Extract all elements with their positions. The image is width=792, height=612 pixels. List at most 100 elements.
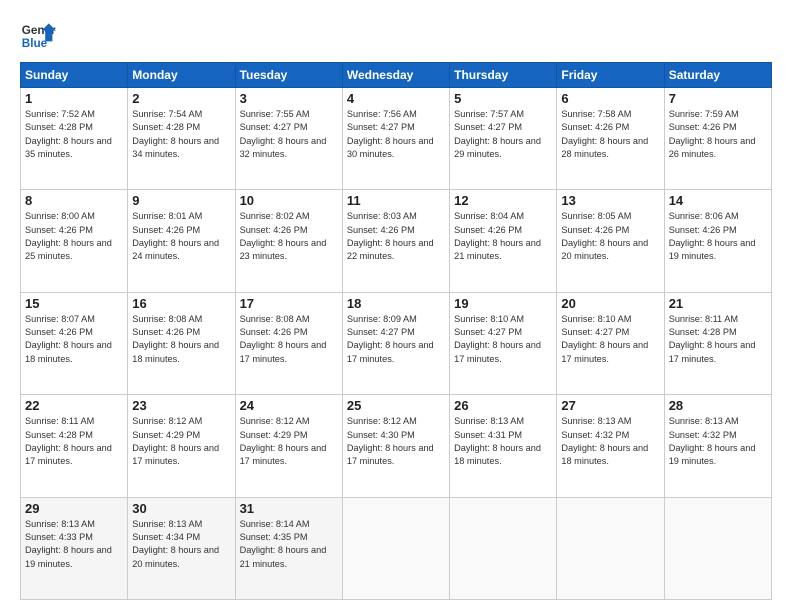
- day-number: 3: [240, 91, 338, 106]
- day-number: 15: [25, 296, 123, 311]
- cell-info: Sunrise: 8:11 AMSunset: 4:28 PMDaylight:…: [25, 415, 123, 468]
- calendar-cell: 9 Sunrise: 8:01 AMSunset: 4:26 PMDaylight…: [128, 190, 235, 292]
- calendar-cell: 12Sunrise: 8:04 AMSunset: 4:26 PMDayligh…: [450, 190, 557, 292]
- cell-info: Sunrise: 8:13 AMSunset: 4:33 PMDaylight:…: [25, 518, 123, 571]
- cell-info: Sunrise: 8:00 AMSunset: 4:26 PMDaylight:…: [25, 210, 123, 263]
- calendar-cell: [664, 497, 771, 599]
- calendar-cell: 13Sunrise: 8:05 AMSunset: 4:26 PMDayligh…: [557, 190, 664, 292]
- day-number: 6: [561, 91, 659, 106]
- cell-info: Sunrise: 8:11 AMSunset: 4:28 PMDaylight:…: [669, 313, 767, 366]
- cell-info: Sunrise: 7:57 AMSunset: 4:27 PMDaylight:…: [454, 108, 552, 161]
- day-number: 11: [347, 193, 445, 208]
- cell-info: Sunrise: 8:13 AMSunset: 4:32 PMDaylight:…: [561, 415, 659, 468]
- calendar-cell: 28 Sunrise: 8:13 AMSunset: 4:32 PMDayligh…: [664, 395, 771, 497]
- calendar-cell: [450, 497, 557, 599]
- week-row-4: 22 Sunrise: 8:11 AMSunset: 4:28 PMDayligh…: [21, 395, 772, 497]
- weekday-thursday: Thursday: [450, 63, 557, 88]
- calendar-table: SundayMondayTuesdayWednesdayThursdayFrid…: [20, 62, 772, 600]
- day-number: 7: [669, 91, 767, 106]
- cell-info: Sunrise: 8:12 AMSunset: 4:29 PMDaylight:…: [240, 415, 338, 468]
- cell-info: Sunrise: 8:13 AMSunset: 4:31 PMDaylight:…: [454, 415, 552, 468]
- day-number: 10: [240, 193, 338, 208]
- day-number: 16: [132, 296, 230, 311]
- day-number: 27: [561, 398, 659, 413]
- cell-info: Sunrise: 8:14 AMSunset: 4:35 PMDaylight:…: [240, 518, 338, 571]
- calendar-cell: 1 Sunrise: 7:52 AMSunset: 4:28 PMDaylight…: [21, 88, 128, 190]
- week-row-1: 1 Sunrise: 7:52 AMSunset: 4:28 PMDaylight…: [21, 88, 772, 190]
- logo: General Blue: [20, 18, 56, 54]
- weekday-friday: Friday: [557, 63, 664, 88]
- cell-info: Sunrise: 7:52 AMSunset: 4:28 PMDaylight:…: [25, 108, 123, 161]
- cell-info: Sunrise: 7:54 AMSunset: 4:28 PMDaylight:…: [132, 108, 230, 161]
- cell-info: Sunrise: 7:59 AMSunset: 4:26 PMDaylight:…: [669, 108, 767, 161]
- calendar-cell: 17Sunrise: 8:08 AMSunset: 4:26 PMDayligh…: [235, 292, 342, 394]
- cell-info: Sunrise: 8:13 AMSunset: 4:32 PMDaylight:…: [669, 415, 767, 468]
- day-number: 8: [25, 193, 123, 208]
- calendar-cell: 5Sunrise: 7:57 AMSunset: 4:27 PMDaylight…: [450, 88, 557, 190]
- calendar-cell: 15 Sunrise: 8:07 AMSunset: 4:26 PMDayligh…: [21, 292, 128, 394]
- calendar-cell: 27 Sunrise: 8:13 AMSunset: 4:32 PMDayligh…: [557, 395, 664, 497]
- weekday-header-row: SundayMondayTuesdayWednesdayThursdayFrid…: [21, 63, 772, 88]
- cell-info: Sunrise: 8:02 AMSunset: 4:26 PMDaylight:…: [240, 210, 338, 263]
- cell-info: Sunrise: 8:07 AMSunset: 4:26 PMDaylight:…: [25, 313, 123, 366]
- day-number: 13: [561, 193, 659, 208]
- day-number: 4: [347, 91, 445, 106]
- page: General Blue SundayMondayTuesdayWednesda…: [0, 0, 792, 612]
- weekday-tuesday: Tuesday: [235, 63, 342, 88]
- calendar-cell: 22 Sunrise: 8:11 AMSunset: 4:28 PMDayligh…: [21, 395, 128, 497]
- day-number: 20: [561, 296, 659, 311]
- calendar-cell: 31 Sunrise: 8:14 AMSunset: 4:35 PMDayligh…: [235, 497, 342, 599]
- day-number: 12: [454, 193, 552, 208]
- day-number: 17: [240, 296, 338, 311]
- day-number: 19: [454, 296, 552, 311]
- day-number: 1: [25, 91, 123, 106]
- calendar-cell: 30 Sunrise: 8:13 AMSunset: 4:34 PMDayligh…: [128, 497, 235, 599]
- day-number: 28: [669, 398, 767, 413]
- day-number: 9: [132, 193, 230, 208]
- calendar-cell: 2 Sunrise: 7:54 AMSunset: 4:28 PMDaylight…: [128, 88, 235, 190]
- day-number: 18: [347, 296, 445, 311]
- calendar-cell: 16 Sunrise: 8:08 AMSunset: 4:26 PMDayligh…: [128, 292, 235, 394]
- cell-info: Sunrise: 7:55 AMSunset: 4:27 PMDaylight:…: [240, 108, 338, 161]
- cell-info: Sunrise: 8:03 AMSunset: 4:26 PMDaylight:…: [347, 210, 445, 263]
- calendar-cell: 8 Sunrise: 8:00 AMSunset: 4:26 PMDaylight…: [21, 190, 128, 292]
- day-number: 29: [25, 501, 123, 516]
- cell-info: Sunrise: 8:01 AMSunset: 4:26 PMDaylight:…: [132, 210, 230, 263]
- weekday-wednesday: Wednesday: [342, 63, 449, 88]
- cell-info: Sunrise: 8:09 AMSunset: 4:27 PMDaylight:…: [347, 313, 445, 366]
- calendar-cell: 19 Sunrise: 8:10 AMSunset: 4:27 PMDayligh…: [450, 292, 557, 394]
- calendar-cell: [557, 497, 664, 599]
- calendar-cell: 20Sunrise: 8:10 AMSunset: 4:27 PMDayligh…: [557, 292, 664, 394]
- calendar-cell: 25Sunrise: 8:12 AMSunset: 4:30 PMDayligh…: [342, 395, 449, 497]
- day-number: 30: [132, 501, 230, 516]
- day-number: 24: [240, 398, 338, 413]
- weekday-sunday: Sunday: [21, 63, 128, 88]
- calendar-cell: 21Sunrise: 8:11 AMSunset: 4:28 PMDayligh…: [664, 292, 771, 394]
- calendar-cell: 29 Sunrise: 8:13 AMSunset: 4:33 PMDayligh…: [21, 497, 128, 599]
- cell-info: Sunrise: 8:08 AMSunset: 4:26 PMDaylight:…: [132, 313, 230, 366]
- week-row-3: 15 Sunrise: 8:07 AMSunset: 4:26 PMDayligh…: [21, 292, 772, 394]
- day-number: 22: [25, 398, 123, 413]
- calendar-cell: 6 Sunrise: 7:58 AMSunset: 4:26 PMDaylight…: [557, 88, 664, 190]
- weekday-monday: Monday: [128, 63, 235, 88]
- calendar-cell: 18 Sunrise: 8:09 AMSunset: 4:27 PMDayligh…: [342, 292, 449, 394]
- day-number: 23: [132, 398, 230, 413]
- day-number: 26: [454, 398, 552, 413]
- day-number: 14: [669, 193, 767, 208]
- calendar-cell: 4Sunrise: 7:56 AMSunset: 4:27 PMDaylight…: [342, 88, 449, 190]
- calendar-cell: 7 Sunrise: 7:59 AMSunset: 4:26 PMDaylight…: [664, 88, 771, 190]
- cell-info: Sunrise: 7:58 AMSunset: 4:26 PMDaylight:…: [561, 108, 659, 161]
- week-row-2: 8 Sunrise: 8:00 AMSunset: 4:26 PMDaylight…: [21, 190, 772, 292]
- calendar-cell: [342, 497, 449, 599]
- calendar-cell: 11 Sunrise: 8:03 AMSunset: 4:26 PMDayligh…: [342, 190, 449, 292]
- cell-info: Sunrise: 8:10 AMSunset: 4:27 PMDaylight:…: [454, 313, 552, 366]
- cell-info: Sunrise: 8:12 AMSunset: 4:30 PMDaylight:…: [347, 415, 445, 468]
- cell-info: Sunrise: 8:13 AMSunset: 4:34 PMDaylight:…: [132, 518, 230, 571]
- svg-text:Blue: Blue: [22, 37, 48, 50]
- cell-info: Sunrise: 8:06 AMSunset: 4:26 PMDaylight:…: [669, 210, 767, 263]
- day-number: 31: [240, 501, 338, 516]
- day-number: 2: [132, 91, 230, 106]
- cell-info: Sunrise: 8:12 AMSunset: 4:29 PMDaylight:…: [132, 415, 230, 468]
- calendar-cell: 10 Sunrise: 8:02 AMSunset: 4:26 PMDayligh…: [235, 190, 342, 292]
- header: General Blue: [20, 18, 772, 54]
